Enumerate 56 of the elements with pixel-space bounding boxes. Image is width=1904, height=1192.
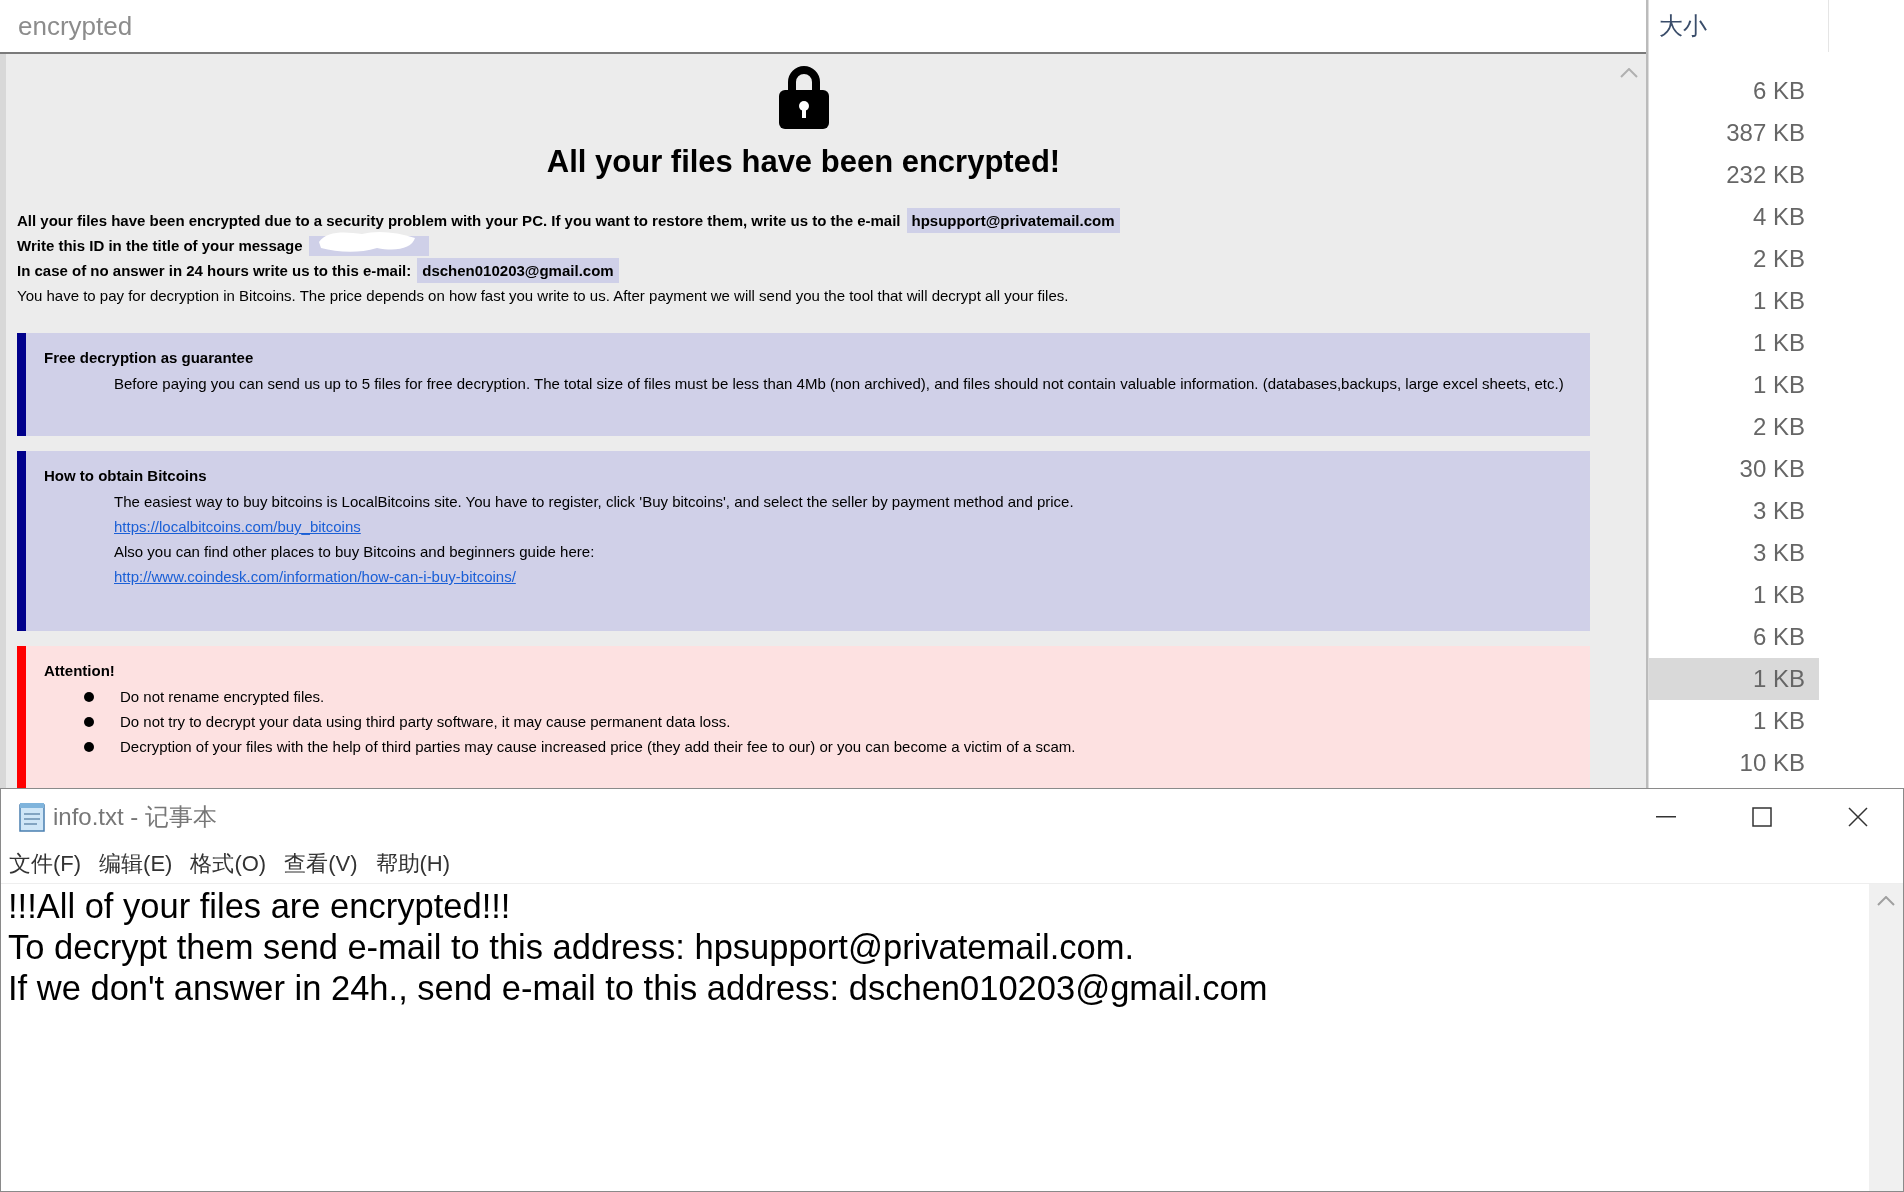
- scroll-up-icon[interactable]: [1620, 68, 1638, 78]
- menu-item[interactable]: 格式(O): [190, 849, 267, 879]
- file-size[interactable]: 1 KB: [1649, 700, 1819, 742]
- file-size[interactable]: 3 KB: [1649, 532, 1819, 574]
- email-address: dschen010203@gmail.com: [417, 258, 619, 283]
- scroll-up-icon[interactable]: [1877, 896, 1895, 906]
- file-size[interactable]: 1 KB: [1649, 280, 1819, 322]
- padlock-icon: [777, 64, 830, 130]
- list-item: Decryption of your files with the help of third parties may cause increased price (they add their fee to our) or you can become a victim of a scam.: [120, 737, 1076, 757]
- file-size[interactable]: 10 KB: [1649, 742, 1819, 784]
- link[interactable]: http://www.coindesk.com/information/how-can-i-buy-bitcoins/: [114, 564, 516, 589]
- email-address: hpsupport@privatemail.com: [906, 208, 1120, 233]
- menu-item[interactable]: 编辑(E): [99, 849, 173, 879]
- bullet-icon: [84, 741, 94, 752]
- maximize-icon: [1752, 807, 1772, 827]
- menu-item[interactable]: 文件(F): [9, 849, 82, 879]
- text-line: If we don't answer in 24h., send e-mail to this address: dschen010203@gmail.com: [8, 968, 1269, 1009]
- paragraph: Before paying you can send us up to 5 files for free decryption. The total size of files must be less than 4Mb (non archived), and files should not contain valuable information. (databases,backups, large excel sheets, etc.): [113, 374, 1565, 394]
- file-size[interactable]: 1 KB: [1649, 322, 1819, 364]
- bullet-icon: [84, 716, 94, 727]
- message-text: Write this ID in the title of your message: [17, 236, 303, 256]
- message-text: You have to pay for decryption in Bitcoins. The price depends on how fast you write to us. After payment we will send you the tool that will decrypt all your files.: [17, 286, 1069, 306]
- file-size[interactable]: 6 KB: [1649, 70, 1819, 112]
- minimize-icon: [1656, 816, 1676, 818]
- file-size[interactable]: 2 KB: [1649, 238, 1819, 280]
- file-size[interactable]: 1 KB: [1649, 364, 1819, 406]
- panel-heading: Free decryption as guarantee: [44, 348, 255, 368]
- file-size[interactable]: 232 KB: [1649, 154, 1819, 196]
- ransom-title: All your files have been encrypted!: [546, 144, 1061, 180]
- menu-item[interactable]: 帮助(H): [375, 849, 451, 879]
- message-text: In case of no answer in 24 hours write us to this e-mail:: [17, 261, 412, 281]
- paragraph: Also you can find other places to buy Bitcoins and beginners guide here:: [113, 542, 596, 562]
- text-line: !!!All of your files are encrypted!!!: [8, 886, 512, 927]
- file-size[interactable]: 1 KB: [1649, 658, 1819, 700]
- file-size[interactable]: 1 KB: [1649, 574, 1819, 616]
- search-text[interactable]: encrypted: [18, 10, 133, 42]
- window-title: info.txt - 记事本: [53, 802, 219, 832]
- bullet-icon: [84, 691, 94, 702]
- file-size[interactable]: 3 KB: [1649, 490, 1819, 532]
- paragraph: The easiest way to buy bitcoins is LocalBitcoins site. You have to register, click 'Buy bitcoins', and select the seller by payment method and price.: [113, 492, 1075, 512]
- close-icon: [1848, 807, 1868, 827]
- file-size[interactable]: 4 KB: [1649, 196, 1819, 238]
- column-header[interactable]: 大小: [1649, 0, 1829, 52]
- notepad-icon: [17, 801, 47, 833]
- file-size[interactable]: 6 KB: [1649, 616, 1819, 658]
- menu-item[interactable]: 查看(V): [284, 849, 358, 879]
- file-size[interactable]: 30 KB: [1649, 448, 1819, 490]
- list-item: Do not try to decrypt your data using third party software, it may cause permanent data loss.: [120, 712, 731, 732]
- file-size[interactable]: 387 KB: [1649, 112, 1819, 154]
- panel-heading: How to obtain Bitcoins: [44, 466, 208, 486]
- panel-heading: Attention!: [44, 661, 116, 681]
- text-line: To decrypt them send e-mail to this address: hpsupport@privatemail.com.: [8, 927, 1136, 968]
- file-size[interactable]: 2 KB: [1649, 406, 1819, 448]
- message-text: All your files have been encrypted due to a security problem with your PC. If you want to restore them, write us to the e-mail: [17, 211, 901, 231]
- link[interactable]: https://localbitcoins.com/buy_bitcoins: [114, 514, 361, 539]
- list-item: Do not rename encrypted files.: [120, 687, 325, 707]
